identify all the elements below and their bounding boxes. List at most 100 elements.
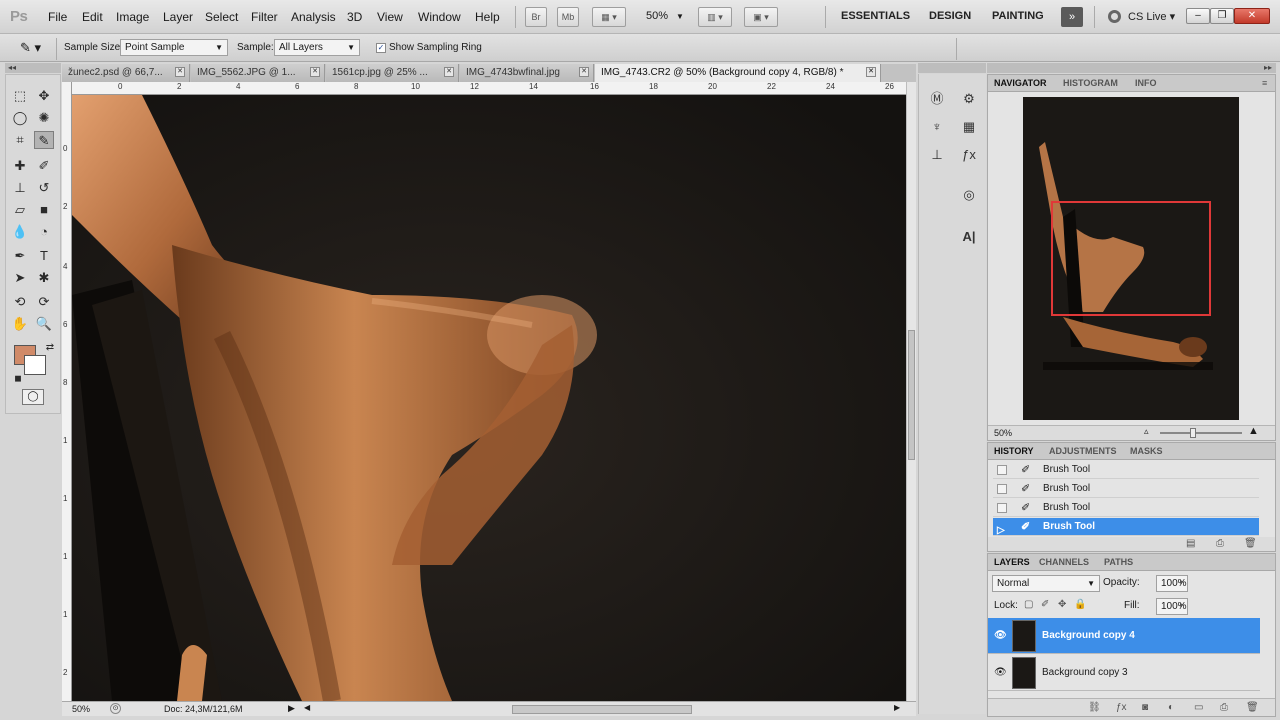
- navigator-view-box[interactable]: [1051, 201, 1211, 316]
- quick-mask-button[interactable]: ◯: [22, 389, 44, 405]
- menu-filter[interactable]: Filter: [251, 10, 278, 24]
- layer-style-icon[interactable]: ƒx: [1116, 702, 1127, 713]
- layer-name[interactable]: Background copy 3: [1042, 667, 1128, 678]
- path-selection-tool-icon[interactable]: ➤: [10, 269, 30, 287]
- history-brush-source-checkbox[interactable]: [997, 484, 1007, 494]
- history-state[interactable]: ✐ Brush Tool: [993, 480, 1259, 498]
- cs-live-menu[interactable]: CS Live ▾: [1128, 10, 1175, 23]
- menu-window[interactable]: Window: [418, 10, 461, 24]
- zoom-out-icon[interactable]: ▵: [1144, 426, 1149, 437]
- menu-image[interactable]: Image: [116, 10, 149, 24]
- layer-name[interactable]: Background copy 4: [1042, 630, 1135, 641]
- swap-colors-icon[interactable]: ⇄: [40, 339, 60, 357]
- right-dock-header[interactable]: ▸▸: [987, 63, 1276, 73]
- new-document-from-state-icon[interactable]: ▤: [1186, 538, 1195, 549]
- history-state-current[interactable]: ▷ ✐ Brush Tool: [993, 518, 1259, 536]
- clone-stamp-tool-icon[interactable]: ⊥: [10, 179, 30, 197]
- brush-panel-icon[interactable]: ⚙: [957, 88, 981, 110]
- pen-tool-icon[interactable]: ✒: [10, 247, 30, 265]
- tab-1561cp[interactable]: 1561cp.jpg @ 25% ... ✕: [326, 64, 459, 82]
- arrange-documents-button[interactable]: ▥ ▾: [698, 7, 732, 27]
- quick-selection-tool-icon[interactable]: ✺: [34, 109, 54, 127]
- tab-layers[interactable]: LAYERS: [994, 557, 1030, 567]
- bridge-button[interactable]: Br: [525, 7, 547, 27]
- menu-select[interactable]: Select: [205, 10, 238, 24]
- tools-panel-header[interactable]: ◂◂: [5, 63, 61, 73]
- type-tool-icon[interactable]: T: [34, 247, 54, 265]
- move-tool-icon[interactable]: ✥: [34, 87, 54, 105]
- shape-tool-icon[interactable]: ✱: [34, 269, 54, 287]
- styles-panel-icon[interactable]: ƒx: [957, 144, 981, 166]
- delete-state-icon[interactable]: 🗑: [1244, 538, 1257, 549]
- new-snapshot-icon[interactable]: ⎙: [1216, 538, 1224, 549]
- close-icon[interactable]: ✕: [579, 67, 589, 77]
- panel-dock-header[interactable]: [918, 63, 986, 73]
- brush-tool-icon[interactable]: ✐: [34, 157, 54, 175]
- tab-histogram[interactable]: HISTOGRAM: [1063, 78, 1118, 88]
- navigator-preview[interactable]: [1023, 97, 1239, 420]
- eyedropper-tool-icon[interactable]: ✎: [34, 131, 54, 149]
- document-canvas[interactable]: [72, 95, 906, 701]
- tab-masks[interactable]: MASKS: [1130, 446, 1163, 456]
- zoom-preview-icon[interactable]: ⊙: [110, 703, 121, 714]
- tab-navigator[interactable]: NAVIGATOR: [994, 78, 1047, 88]
- add-mask-icon[interactable]: ◙: [1142, 702, 1148, 713]
- menu-help[interactable]: Help: [475, 10, 500, 24]
- opacity-slider-arrow[interactable]: ▸: [1180, 577, 1184, 586]
- minimize-button[interactable]: –: [1186, 8, 1210, 24]
- vertical-scrollbar-thumb[interactable]: [908, 330, 915, 460]
- vertical-scrollbar[interactable]: [906, 82, 916, 702]
- more-workspaces-button[interactable]: »: [1061, 7, 1083, 27]
- panel-menu-icon[interactable]: ≡: [1262, 78, 1267, 88]
- link-layers-icon[interactable]: ⛓: [1088, 702, 1101, 713]
- new-layer-icon[interactable]: ⎙: [1220, 702, 1228, 713]
- status-zoom[interactable]: 50%: [72, 704, 90, 714]
- workspace-design[interactable]: DESIGN: [929, 10, 971, 22]
- history-state[interactable]: ✐ Brush Tool: [993, 499, 1259, 517]
- tab-img-4743bwfinal[interactable]: IMG_4743bwfinal.jpg ✕: [460, 64, 594, 82]
- close-icon[interactable]: ✕: [175, 67, 185, 77]
- tab-history[interactable]: HISTORY: [994, 446, 1034, 456]
- menu-3d[interactable]: 3D: [347, 10, 362, 24]
- horizontal-scrollbar-thumb[interactable]: [512, 705, 692, 714]
- kuler-panel-icon[interactable]: ◎: [957, 184, 981, 206]
- clone-source-icon[interactable]: ⊥: [925, 144, 949, 166]
- lock-transparent-icon[interactable]: ▢: [1024, 599, 1033, 610]
- 3d-orbit-tool-icon[interactable]: ⟳: [34, 293, 54, 311]
- 3d-rotate-tool-icon[interactable]: ⟲: [10, 293, 30, 311]
- menu-file[interactable]: File: [48, 10, 67, 24]
- history-state[interactable]: ✐ Brush Tool: [993, 461, 1259, 479]
- adjustment-layer-icon[interactable]: ◐: [1168, 702, 1174, 713]
- visibility-eye-icon[interactable]: 👁: [994, 630, 1007, 641]
- history-brush-tool-icon[interactable]: ↺: [34, 179, 54, 197]
- tab-img-5562[interactable]: IMG_5562.JPG @ 1... ✕: [191, 64, 325, 82]
- mini-bridge-button[interactable]: Mb: [557, 7, 579, 27]
- close-icon[interactable]: ✕: [444, 67, 454, 77]
- restore-button[interactable]: ❐: [1210, 8, 1234, 24]
- swatches-panel-icon[interactable]: ▦: [957, 116, 981, 138]
- layer-row-background-copy-3[interactable]: 👁 Background copy 3: [988, 655, 1260, 691]
- zoom-in-icon[interactable]: ▲: [1248, 425, 1259, 437]
- tab-img-4743-cr2[interactable]: IMG_4743.CR2 @ 50% (Background copy 4, R…: [595, 64, 881, 82]
- status-menu-arrow[interactable]: ▶: [288, 703, 295, 714]
- menu-edit[interactable]: Edit: [82, 10, 103, 24]
- eraser-tool-icon[interactable]: ▱: [10, 201, 30, 219]
- view-extras-button[interactable]: ▦ ▾: [592, 7, 626, 27]
- close-icon[interactable]: ✕: [310, 67, 320, 77]
- lock-position-icon[interactable]: ✥: [1058, 599, 1066, 610]
- zoom-tool-icon[interactable]: 🔍: [34, 315, 54, 333]
- default-colors-icon[interactable]: ◼: [8, 369, 28, 387]
- dodge-tool-icon[interactable]: ◔: [34, 223, 54, 241]
- visibility-eye-icon[interactable]: 👁: [994, 667, 1007, 678]
- tab-adjustments[interactable]: ADJUSTMENTS: [1049, 446, 1117, 456]
- scroll-left-arrow[interactable]: ◀: [304, 703, 310, 712]
- workspace-painting[interactable]: PAINTING: [992, 10, 1044, 22]
- tab-paths[interactable]: PATHS: [1104, 557, 1133, 567]
- menu-layer[interactable]: Layer: [163, 10, 193, 24]
- delete-layer-icon[interactable]: 🗑: [1246, 702, 1259, 713]
- menu-analysis[interactable]: Analysis: [291, 10, 336, 24]
- crop-tool-icon[interactable]: ⌗: [10, 131, 30, 149]
- sample-select[interactable]: All Layers ▼: [274, 39, 360, 56]
- zoom-level-display[interactable]: 50%: [646, 10, 668, 22]
- close-window-button[interactable]: ✕: [1234, 8, 1270, 24]
